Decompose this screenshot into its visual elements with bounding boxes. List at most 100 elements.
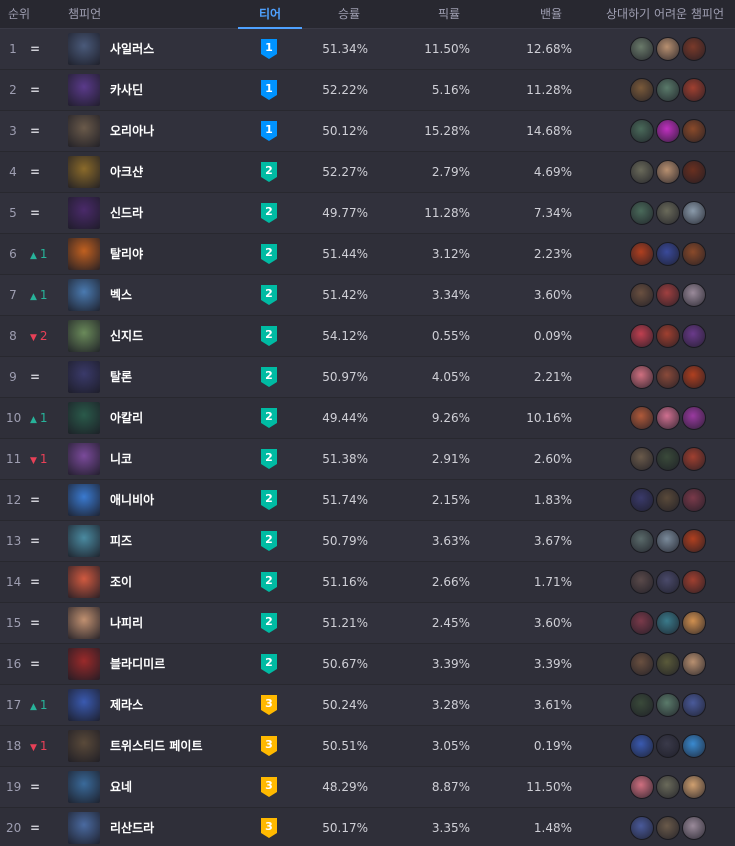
- counter-champion-icon[interactable]: [630, 37, 654, 61]
- counter-champion-icon[interactable]: [656, 488, 680, 512]
- champion-name[interactable]: 신지드: [110, 316, 143, 356]
- counter-champion-icon[interactable]: [630, 488, 654, 512]
- counter-champion-icon[interactable]: [682, 119, 706, 143]
- counter-champion-icon[interactable]: [630, 78, 654, 102]
- champion-portrait[interactable]: [68, 279, 100, 311]
- champion-name[interactable]: 벡스: [110, 275, 132, 315]
- counter-champion-icon[interactable]: [682, 816, 706, 840]
- header-tier[interactable]: 티어: [238, 0, 302, 29]
- table-row[interactable]: 13 = 피즈 2 50.79% 3.63% 3.67%: [0, 521, 735, 562]
- champion-portrait[interactable]: [68, 566, 100, 598]
- table-row[interactable]: 11 ▼ 1 니코 2 51.38% 2.91% 2.60%: [0, 439, 735, 480]
- champion-name[interactable]: 블라디미르: [110, 644, 165, 684]
- counter-champion-icon[interactable]: [656, 693, 680, 717]
- counter-champion-icon[interactable]: [682, 611, 706, 635]
- counter-champion-icon[interactable]: [656, 447, 680, 471]
- champion-name[interactable]: 나피리: [110, 603, 143, 643]
- counter-champion-icon[interactable]: [630, 611, 654, 635]
- counter-champion-icon[interactable]: [682, 365, 706, 389]
- counter-champion-icon[interactable]: [682, 78, 706, 102]
- counter-champion-icon[interactable]: [656, 406, 680, 430]
- table-row[interactable]: 8 ▼ 2 신지드 2 54.12% 0.55% 0.09%: [0, 316, 735, 357]
- counter-champion-icon[interactable]: [630, 324, 654, 348]
- champion-portrait[interactable]: [68, 238, 100, 270]
- champion-portrait[interactable]: [68, 648, 100, 680]
- counter-champion-icon[interactable]: [682, 406, 706, 430]
- counter-champion-icon[interactable]: [682, 734, 706, 758]
- counter-champion-icon[interactable]: [630, 283, 654, 307]
- table-row[interactable]: 16 = 블라디미르 2 50.67% 3.39% 3.39%: [0, 644, 735, 685]
- champion-name[interactable]: 사일러스: [110, 29, 154, 69]
- champion-name[interactable]: 애니비아: [110, 480, 154, 520]
- counter-champion-icon[interactable]: [630, 734, 654, 758]
- champion-portrait[interactable]: [68, 689, 100, 721]
- counter-champion-icon[interactable]: [682, 242, 706, 266]
- counter-champion-icon[interactable]: [630, 160, 654, 184]
- champion-portrait[interactable]: [68, 320, 100, 352]
- counter-champion-icon[interactable]: [682, 160, 706, 184]
- champion-portrait[interactable]: [68, 443, 100, 475]
- table-row[interactable]: 3 = 오리아나 1 50.12% 15.28% 14.68%: [0, 111, 735, 152]
- counter-champion-icon[interactable]: [630, 816, 654, 840]
- champion-portrait[interactable]: [68, 402, 100, 434]
- counter-champion-icon[interactable]: [656, 324, 680, 348]
- header-pickrate[interactable]: 픽률: [418, 0, 480, 29]
- champion-portrait[interactable]: [68, 812, 100, 844]
- table-row[interactable]: 2 = 카사딘 1 52.22% 5.16% 11.28%: [0, 70, 735, 111]
- counter-champion-icon[interactable]: [656, 365, 680, 389]
- counter-champion-icon[interactable]: [630, 570, 654, 594]
- table-row[interactable]: 18 ▼ 1 트위스티드 페이트 3 50.51% 3.05% 0.19%: [0, 726, 735, 767]
- champion-name[interactable]: 아칼리: [110, 398, 143, 438]
- counter-champion-icon[interactable]: [656, 775, 680, 799]
- counter-champion-icon[interactable]: [656, 529, 680, 553]
- counter-champion-icon[interactable]: [656, 611, 680, 635]
- header-winrate[interactable]: 승률: [318, 0, 380, 29]
- table-row[interactable]: 15 = 나피리 2 51.21% 2.45% 3.60%: [0, 603, 735, 644]
- counter-champion-icon[interactable]: [682, 324, 706, 348]
- counter-champion-icon[interactable]: [682, 529, 706, 553]
- counter-champion-icon[interactable]: [682, 488, 706, 512]
- champion-portrait[interactable]: [68, 115, 100, 147]
- counter-champion-icon[interactable]: [656, 652, 680, 676]
- counter-champion-icon[interactable]: [630, 447, 654, 471]
- champion-portrait[interactable]: [68, 525, 100, 557]
- champion-portrait[interactable]: [68, 156, 100, 188]
- champion-portrait[interactable]: [68, 197, 100, 229]
- counter-champion-icon[interactable]: [656, 201, 680, 225]
- counter-champion-icon[interactable]: [656, 816, 680, 840]
- counter-champion-icon[interactable]: [682, 201, 706, 225]
- counter-champion-icon[interactable]: [656, 570, 680, 594]
- table-row[interactable]: 6 ▲ 1 탈리야 2 51.44% 3.12% 2.23%: [0, 234, 735, 275]
- counter-champion-icon[interactable]: [630, 406, 654, 430]
- champion-name[interactable]: 제라스: [110, 685, 143, 725]
- table-row[interactable]: 20 = 리산드라 3 50.17% 3.35% 1.48%: [0, 808, 735, 846]
- counter-champion-icon[interactable]: [656, 37, 680, 61]
- champion-portrait[interactable]: [68, 33, 100, 65]
- champion-portrait[interactable]: [68, 484, 100, 516]
- counter-champion-icon[interactable]: [630, 529, 654, 553]
- champion-name[interactable]: 요네: [110, 767, 132, 807]
- champion-name[interactable]: 니코: [110, 439, 132, 479]
- champion-portrait[interactable]: [68, 607, 100, 639]
- counter-champion-icon[interactable]: [682, 283, 706, 307]
- champion-name[interactable]: 오리아나: [110, 111, 154, 151]
- counter-champion-icon[interactable]: [656, 242, 680, 266]
- header-champion[interactable]: 챔피언: [68, 0, 101, 29]
- header-rank[interactable]: 순위: [8, 0, 30, 29]
- counter-champion-icon[interactable]: [630, 693, 654, 717]
- counter-champion-icon[interactable]: [656, 78, 680, 102]
- champion-portrait[interactable]: [68, 74, 100, 106]
- counter-champion-icon[interactable]: [682, 37, 706, 61]
- champion-name[interactable]: 탈론: [110, 357, 132, 397]
- counter-champion-icon[interactable]: [656, 283, 680, 307]
- counter-champion-icon[interactable]: [630, 365, 654, 389]
- champion-name[interactable]: 카사딘: [110, 70, 143, 110]
- champion-name[interactable]: 신드라: [110, 193, 143, 233]
- counter-champion-icon[interactable]: [682, 570, 706, 594]
- counter-champion-icon[interactable]: [682, 652, 706, 676]
- table-row[interactable]: 1 = 사일러스 1 51.34% 11.50% 12.68%: [0, 29, 735, 70]
- table-row[interactable]: 10 ▲ 1 아칼리 2 49.44% 9.26% 10.16%: [0, 398, 735, 439]
- champion-name[interactable]: 조이: [110, 562, 132, 602]
- champion-name[interactable]: 탈리야: [110, 234, 143, 274]
- champion-portrait[interactable]: [68, 361, 100, 393]
